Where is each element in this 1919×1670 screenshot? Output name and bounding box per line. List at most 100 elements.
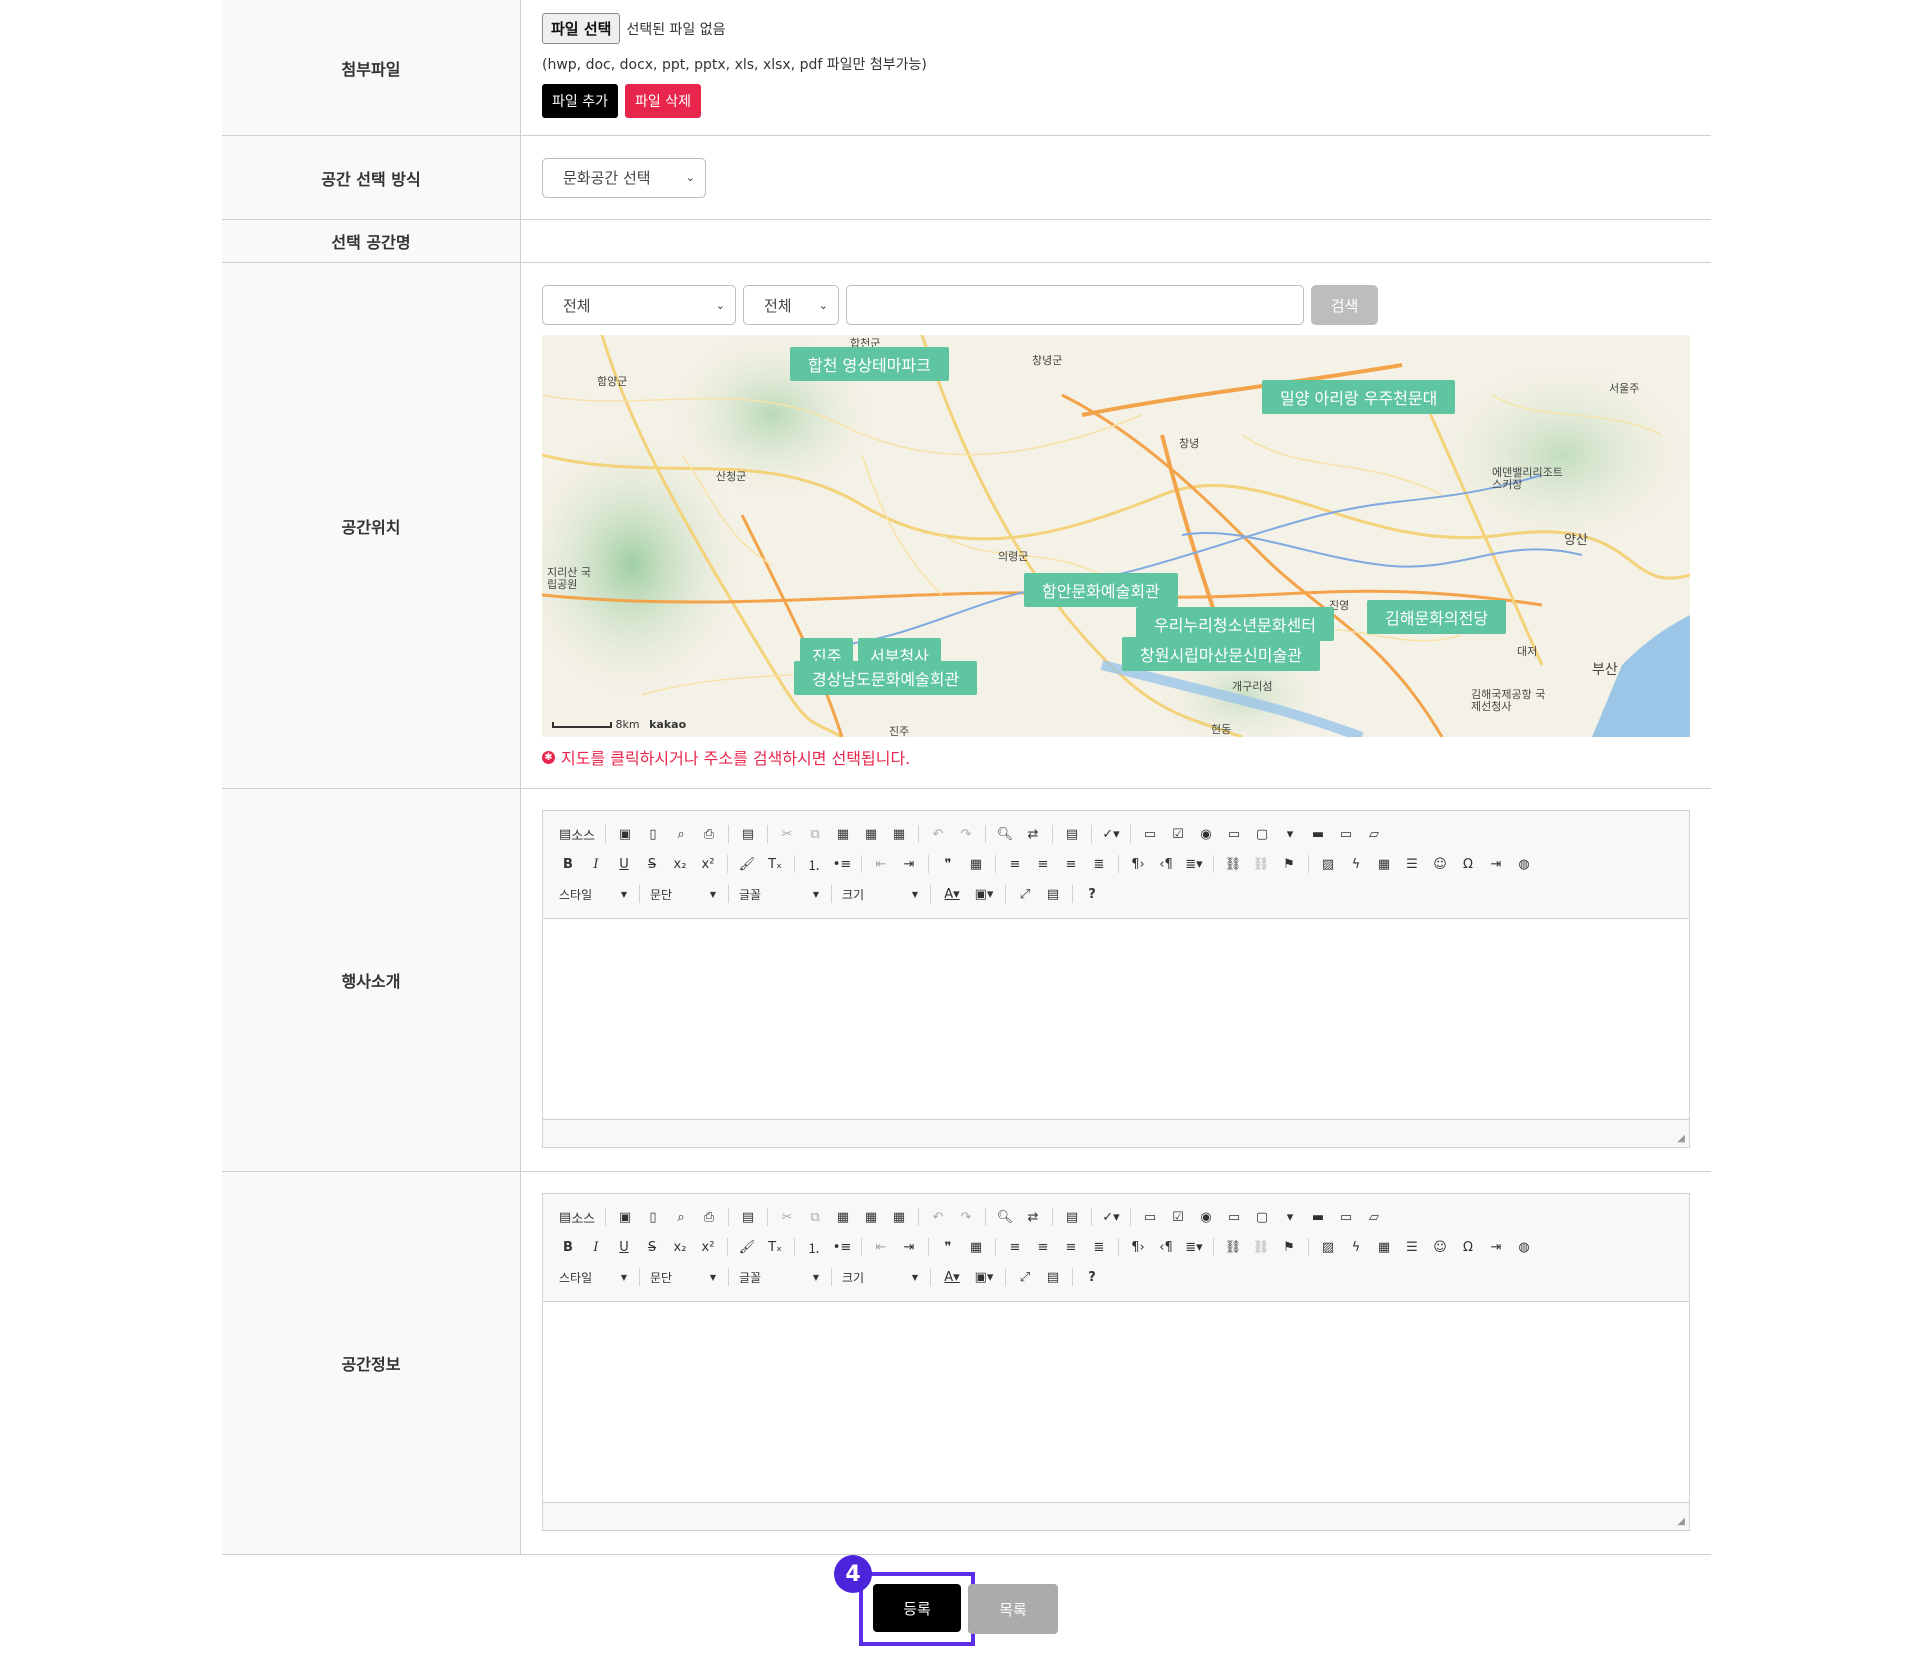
numbered-list-icon[interactable]: ⒈ bbox=[801, 1236, 827, 1258]
table-icon[interactable]: ▦ bbox=[1371, 1236, 1397, 1258]
search-button[interactable]: 검색 bbox=[1311, 285, 1378, 325]
indent-icon[interactable]: ⇥ bbox=[896, 1236, 922, 1258]
link-icon[interactable]: ⛓︎ bbox=[1220, 853, 1246, 875]
source-button[interactable]: ▤ 소스 bbox=[555, 1206, 599, 1228]
horizontal-rule-icon[interactable]: ☰ bbox=[1399, 1236, 1425, 1258]
textarea-icon[interactable]: ▢ bbox=[1249, 823, 1275, 845]
image-icon[interactable]: ▨ bbox=[1315, 853, 1341, 875]
text-color-icon[interactable]: A▾ bbox=[937, 1266, 967, 1288]
template-icon[interactable]: ▤ bbox=[735, 1206, 761, 1228]
bullet-list-icon[interactable]: •≡ bbox=[829, 853, 855, 875]
cut-icon[interactable]: ✂ bbox=[774, 823, 800, 845]
align-center-icon[interactable]: ≡ bbox=[1030, 853, 1056, 875]
page-break-icon[interactable]: ⇥ bbox=[1483, 853, 1509, 875]
ltr-icon[interactable]: ¶› bbox=[1125, 1236, 1151, 1258]
strike-icon[interactable]: S bbox=[639, 1236, 665, 1258]
style-combo[interactable]: 스타일 ▼ bbox=[555, 883, 633, 905]
remove-format-icon[interactable]: Tₓ bbox=[762, 1236, 788, 1258]
paragraph-combo[interactable]: 문단 ▼ bbox=[646, 1266, 722, 1288]
blockquote-icon[interactable]: ❞ bbox=[935, 1236, 961, 1258]
region-select[interactable]: 전체 ⌄ bbox=[542, 285, 736, 325]
size-combo[interactable]: 크기 ▼ bbox=[838, 883, 924, 905]
copy-icon[interactable]: ⧉ bbox=[802, 1206, 828, 1228]
map-marker[interactable]: 경상남도문화예술회관 bbox=[794, 661, 978, 695]
address-search-input[interactable] bbox=[846, 285, 1304, 325]
copy-format-icon[interactable]: 🖌︎ bbox=[734, 853, 760, 875]
bg-color-icon[interactable]: ▣▾ bbox=[969, 883, 999, 905]
show-blocks-icon[interactable]: ▤ bbox=[1040, 1266, 1066, 1288]
indent-icon[interactable]: ⇥ bbox=[896, 853, 922, 875]
font-combo[interactable]: 글꼴 ▼ bbox=[735, 1266, 825, 1288]
find-icon[interactable]: 🔍︎ bbox=[992, 823, 1018, 845]
event-intro-body[interactable] bbox=[543, 919, 1689, 1120]
save-icon[interactable]: ▣ bbox=[612, 823, 638, 845]
spellcheck-icon[interactable]: ✓▾ bbox=[1098, 1206, 1124, 1228]
find-icon[interactable]: 🔍︎ bbox=[992, 1206, 1018, 1228]
save-icon[interactable]: ▣ bbox=[612, 1206, 638, 1228]
help-icon[interactable]: ? bbox=[1079, 883, 1105, 905]
language-icon[interactable]: ≣▾ bbox=[1181, 853, 1207, 875]
table-icon[interactable]: ▦ bbox=[1371, 853, 1397, 875]
new-page-icon[interactable]: ▯ bbox=[640, 823, 666, 845]
copy-icon[interactable]: ⧉ bbox=[802, 823, 828, 845]
source-button[interactable]: ▤ 소스 bbox=[555, 823, 599, 845]
italic-icon[interactable]: I bbox=[583, 853, 609, 875]
underline-icon[interactable]: U bbox=[611, 1236, 637, 1258]
bg-color-icon[interactable]: ▣▾ bbox=[969, 1266, 999, 1288]
print-icon[interactable]: ⎙ bbox=[696, 1206, 722, 1228]
resize-grip-icon[interactable]: ◢ bbox=[1677, 1133, 1685, 1144]
italic-icon[interactable]: I bbox=[583, 1236, 609, 1258]
spellcheck-icon[interactable]: ✓▾ bbox=[1098, 823, 1124, 845]
undo-icon[interactable]: ↶ bbox=[925, 823, 951, 845]
cut-icon[interactable]: ✂ bbox=[774, 1206, 800, 1228]
paste-icon[interactable]: ▦ bbox=[830, 1206, 856, 1228]
map-marker[interactable]: 김해문화의전당 bbox=[1367, 600, 1507, 634]
align-justify-icon[interactable]: ≣ bbox=[1086, 1236, 1112, 1258]
space-info-body[interactable] bbox=[543, 1302, 1689, 1503]
map-marker[interactable]: 밀양 아리랑 우주천문대 bbox=[1262, 380, 1456, 414]
div-icon[interactable]: ▦ bbox=[963, 853, 989, 875]
anchor-icon[interactable]: ⚑ bbox=[1276, 853, 1302, 875]
language-icon[interactable]: ≣▾ bbox=[1181, 1236, 1207, 1258]
numbered-list-icon[interactable]: ⒈ bbox=[801, 853, 827, 875]
replace-icon[interactable]: ⇄ bbox=[1020, 823, 1046, 845]
anchor-icon[interactable]: ⚑ bbox=[1276, 1236, 1302, 1258]
iframe-icon[interactable]: ◍ bbox=[1511, 853, 1537, 875]
paste-text-icon[interactable]: ▦ bbox=[858, 823, 884, 845]
textarea-icon[interactable]: ▢ bbox=[1249, 1206, 1275, 1228]
map-marker[interactable]: 우리누리청소년문화센터 bbox=[1136, 607, 1334, 641]
select-all-icon[interactable]: ▤ bbox=[1059, 823, 1085, 845]
special-char-icon[interactable]: Ω bbox=[1455, 853, 1481, 875]
redo-icon[interactable]: ↷ bbox=[953, 1206, 979, 1228]
superscript-icon[interactable]: x² bbox=[695, 1236, 721, 1258]
flash-icon[interactable]: ϟ bbox=[1343, 1236, 1369, 1258]
maximize-icon[interactable]: ⤢ bbox=[1012, 1266, 1038, 1288]
flash-icon[interactable]: ϟ bbox=[1343, 853, 1369, 875]
delete-file-button[interactable]: 파일 삭제 bbox=[624, 84, 701, 118]
textfield-icon[interactable]: ▭ bbox=[1221, 1206, 1247, 1228]
image-button-icon[interactable]: ▭ bbox=[1333, 823, 1359, 845]
map-marker[interactable]: 함안문화예술회관 bbox=[1024, 573, 1178, 607]
rtl-icon[interactable]: ‹¶ bbox=[1153, 1236, 1179, 1258]
div-icon[interactable]: ▦ bbox=[963, 1236, 989, 1258]
new-page-icon[interactable]: ▯ bbox=[640, 1206, 666, 1228]
strike-icon[interactable]: S bbox=[639, 853, 665, 875]
link-icon[interactable]: ⛓︎ bbox=[1220, 1236, 1246, 1258]
iframe-icon[interactable]: ◍ bbox=[1511, 1236, 1537, 1258]
print-icon[interactable]: ⎙ bbox=[696, 823, 722, 845]
resize-grip-icon[interactable]: ◢ bbox=[1677, 1516, 1685, 1527]
font-combo[interactable]: 글꼴 ▼ bbox=[735, 883, 825, 905]
hidden-field-icon[interactable]: ▱ bbox=[1361, 823, 1387, 845]
template-icon[interactable]: ▤ bbox=[735, 823, 761, 845]
image-button-icon[interactable]: ▭ bbox=[1333, 1206, 1359, 1228]
align-right-icon[interactable]: ≡ bbox=[1058, 1236, 1084, 1258]
superscript-icon[interactable]: x² bbox=[695, 853, 721, 875]
select-field-icon[interactable]: ▾ bbox=[1277, 823, 1303, 845]
outdent-icon[interactable]: ⇤ bbox=[868, 1236, 894, 1258]
select-all-icon[interactable]: ▤ bbox=[1059, 1206, 1085, 1228]
kakao-map[interactable]: 합천군 함양군 창녕군 서울주 산청군 창녕 에덴밸리리조트 스키장 양산 의령… bbox=[542, 335, 1690, 737]
bullet-list-icon[interactable]: •≡ bbox=[829, 1236, 855, 1258]
redo-icon[interactable]: ↷ bbox=[953, 823, 979, 845]
subregion-select[interactable]: 전체 ⌄ bbox=[743, 285, 839, 325]
hidden-field-icon[interactable]: ▱ bbox=[1361, 1206, 1387, 1228]
